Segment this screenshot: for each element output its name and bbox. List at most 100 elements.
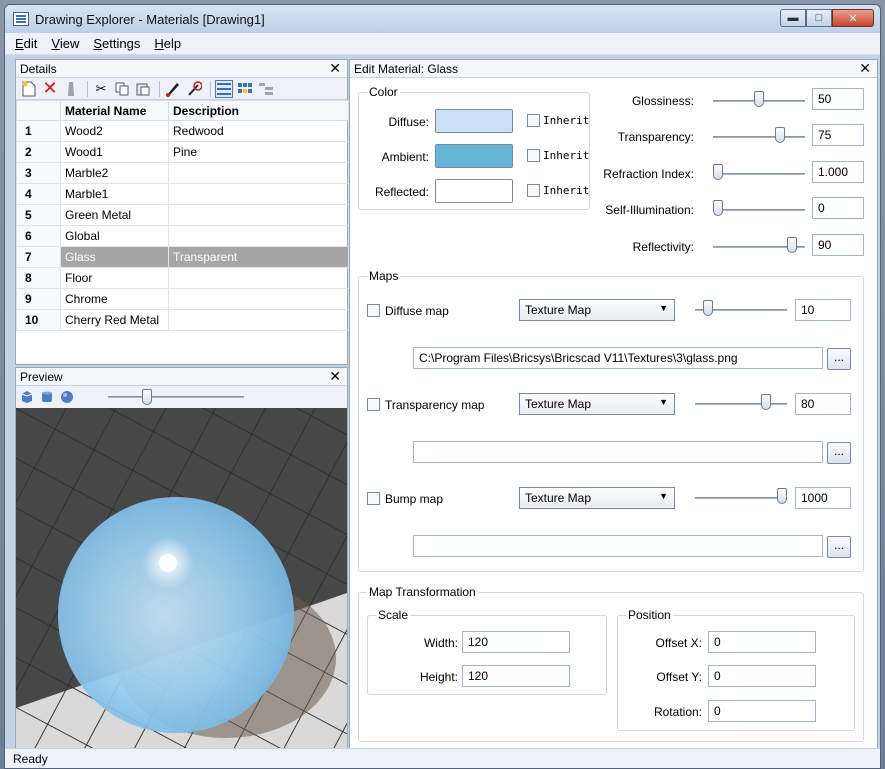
- tree-view-icon[interactable]: [257, 80, 275, 98]
- material-name-cell[interactable]: Global: [60, 225, 169, 247]
- self-illumination-input[interactable]: [812, 197, 864, 219]
- transparency-map-slider-thumb[interactable]: [760, 394, 771, 410]
- reflected-color-swatch[interactable]: [435, 179, 513, 203]
- diffuse-map-path-input[interactable]: [413, 347, 823, 369]
- bump-map-browse-button[interactable]: ...: [827, 536, 851, 558]
- description-cell[interactable]: [168, 288, 349, 310]
- table-row-selected[interactable]: 7 Glass Transparent: [16, 246, 349, 268]
- offset-x-input[interactable]: [708, 631, 816, 653]
- offset-y-input[interactable]: [708, 665, 816, 687]
- self-illumination-slider[interactable]: [713, 209, 805, 211]
- material-name-cell[interactable]: Glass: [60, 246, 169, 268]
- menu-view[interactable]: View: [51, 36, 79, 51]
- description-cell[interactable]: [168, 267, 349, 289]
- delete-icon[interactable]: ✕: [41, 78, 59, 98]
- cube-icon[interactable]: [20, 390, 34, 404]
- diffuse-inherit-checkbox[interactable]: [527, 114, 540, 127]
- refraction-index-slider-thumb[interactable]: [713, 164, 723, 180]
- bump-map-path-input[interactable]: [413, 535, 823, 557]
- rotation-input[interactable]: [708, 700, 816, 722]
- transparency-slider[interactable]: [713, 136, 805, 138]
- new-material-icon[interactable]: [20, 80, 38, 98]
- refraction-index-input[interactable]: [812, 161, 864, 183]
- transparency-map-amount-input[interactable]: [795, 393, 851, 415]
- attach-material-icon[interactable]: [185, 80, 203, 98]
- description-cell[interactable]: [168, 162, 349, 184]
- table-row[interactable]: 3 Marble2: [16, 162, 349, 184]
- thumbnail-view-icon[interactable]: [236, 80, 254, 98]
- scale-height-input[interactable]: [462, 665, 570, 687]
- glossiness-slider-thumb[interactable]: [754, 91, 764, 107]
- close-details-icon[interactable]: ✕: [329, 60, 341, 77]
- bump-map-amount-input[interactable]: [795, 487, 851, 509]
- bump-map-slider[interactable]: [695, 497, 787, 499]
- reflectivity-slider-thumb[interactable]: [786, 237, 797, 253]
- transparency-map-type-select[interactable]: Texture Map ▼: [519, 393, 675, 415]
- material-name-cell[interactable]: Marble2: [60, 162, 169, 184]
- close-preview-icon[interactable]: ✕: [329, 368, 341, 385]
- material-name-cell[interactable]: Green Metal: [60, 204, 169, 226]
- material-name-cell[interactable]: Cherry Red Metal: [60, 309, 169, 331]
- column-header-material-name[interactable]: Material Name: [60, 100, 169, 121]
- self-illumination-slider-thumb[interactable]: [713, 200, 723, 216]
- bump-map-checkbox[interactable]: [367, 492, 380, 505]
- preview-zoom-slider-thumb[interactable]: [142, 389, 152, 405]
- column-header-description[interactable]: Description: [168, 100, 349, 121]
- sphere-icon[interactable]: [60, 390, 74, 404]
- bump-map-type-select[interactable]: Texture Map ▼: [519, 487, 675, 509]
- preview-zoom-slider[interactable]: [108, 396, 244, 398]
- copy-icon[interactable]: [113, 80, 131, 98]
- minimize-button[interactable]: ▬: [780, 9, 806, 27]
- diffuse-map-browse-button[interactable]: ...: [827, 348, 851, 370]
- close-window-button[interactable]: ✕: [832, 9, 874, 27]
- diffuse-map-checkbox[interactable]: [367, 304, 380, 317]
- diffuse-color-swatch[interactable]: [435, 109, 513, 133]
- description-cell[interactable]: Transparent: [168, 246, 349, 268]
- edit-material-icon[interactable]: [164, 80, 182, 98]
- table-row[interactable]: 8 Floor: [16, 267, 349, 289]
- close-edit-panel-icon[interactable]: ✕: [859, 60, 871, 77]
- ambient-inherit-checkbox[interactable]: [527, 149, 540, 162]
- description-cell[interactable]: Pine: [168, 141, 349, 163]
- material-name-cell[interactable]: Marble1: [60, 183, 169, 205]
- description-cell[interactable]: [168, 183, 349, 205]
- paste-icon[interactable]: [134, 80, 152, 98]
- diffuse-map-type-select[interactable]: Texture Map ▼: [519, 299, 675, 321]
- transparency-map-path-input[interactable]: [413, 441, 823, 463]
- menu-edit[interactable]: Edit: [15, 36, 37, 51]
- cut-icon[interactable]: ✂: [92, 80, 110, 98]
- description-cell[interactable]: [168, 225, 349, 247]
- maximize-button[interactable]: □: [806, 9, 832, 27]
- description-cell[interactable]: [168, 309, 349, 331]
- material-name-cell[interactable]: Chrome: [60, 288, 169, 310]
- table-row[interactable]: 4 Marble1: [16, 183, 349, 205]
- refraction-index-slider[interactable]: [713, 173, 805, 175]
- menu-help[interactable]: Help: [154, 36, 181, 51]
- material-name-cell[interactable]: Floor: [60, 267, 169, 289]
- transparency-input[interactable]: [812, 124, 864, 146]
- description-cell[interactable]: [168, 204, 349, 226]
- table-row[interactable]: 10 Cherry Red Metal: [16, 309, 349, 331]
- transparency-map-slider[interactable]: [695, 403, 787, 405]
- material-name-cell[interactable]: Wood1: [60, 141, 169, 163]
- reflectivity-input[interactable]: [812, 234, 864, 256]
- diffuse-map-slider-thumb[interactable]: [703, 300, 714, 316]
- table-row[interactable]: 2 Wood1 Pine: [16, 141, 349, 163]
- menu-settings[interactable]: Settings: [93, 36, 140, 51]
- table-row[interactable]: 6 Global: [16, 225, 349, 247]
- bump-map-slider-thumb[interactable]: [777, 488, 787, 504]
- table-row[interactable]: 5 Green Metal: [16, 204, 349, 226]
- glossiness-input[interactable]: [812, 88, 864, 110]
- ambient-color-swatch[interactable]: [435, 144, 513, 168]
- cylinder-icon[interactable]: [40, 390, 54, 404]
- table-row[interactable]: 9 Chrome: [16, 288, 349, 310]
- diffuse-map-amount-input[interactable]: [795, 299, 851, 321]
- transparency-slider-thumb[interactable]: [774, 127, 785, 143]
- reflected-inherit-checkbox[interactable]: [527, 184, 540, 197]
- scale-width-input[interactable]: [462, 631, 570, 653]
- list-view-icon[interactable]: [215, 79, 233, 98]
- transparency-map-browse-button[interactable]: ...: [827, 442, 851, 464]
- description-cell[interactable]: Redwood: [168, 120, 349, 142]
- purge-icon[interactable]: [62, 80, 80, 98]
- table-row[interactable]: 1 Wood2 Redwood: [16, 120, 349, 142]
